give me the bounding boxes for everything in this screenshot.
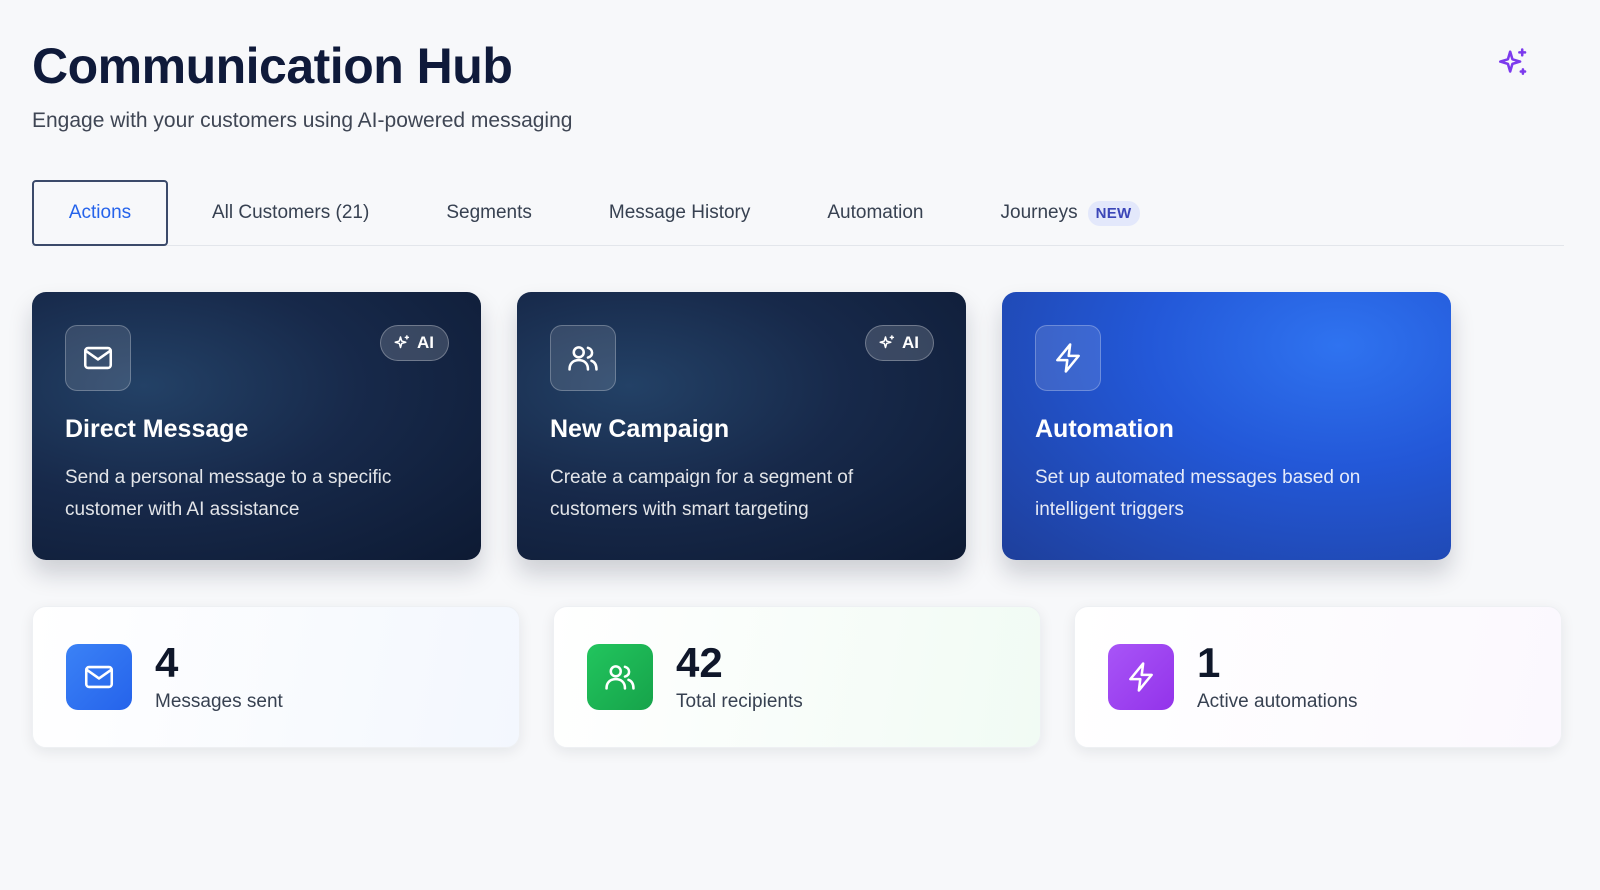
- ai-badge: AI: [865, 325, 934, 361]
- card-title: Direct Message: [65, 415, 249, 443]
- sparkles-icon[interactable]: [1496, 46, 1530, 80]
- mail-icon: [83, 346, 113, 370]
- tab-label: Automation: [827, 202, 924, 223]
- card-description: Set up automated messages based on intel…: [1035, 467, 1361, 520]
- card-icon-box: [1035, 325, 1101, 391]
- mail-icon: [84, 665, 114, 689]
- direct-message-card[interactable]: AI Direct Message Send a personal messag…: [32, 292, 481, 560]
- card-title: Automation: [1035, 415, 1174, 443]
- card-icon-box: [65, 325, 131, 391]
- card-description: Create a campaign for a segment of custo…: [550, 467, 854, 520]
- new-badge: NEW: [1087, 200, 1140, 226]
- stats-row: 4 Messages sent 42 Total recipients 1 Ac…: [32, 606, 1568, 748]
- ai-badge-label: AI: [902, 333, 919, 352]
- page-header: Communication Hub Engage with your custo…: [32, 0, 1568, 134]
- users-icon: [605, 665, 635, 690]
- stat-value: 42: [676, 639, 723, 686]
- tab-label: Segments: [446, 202, 532, 223]
- sparkles-icon: [394, 335, 410, 349]
- sparkles-icon: [879, 335, 895, 349]
- card-icon-box: [550, 325, 616, 391]
- tab-label: Message History: [608, 202, 751, 223]
- page-title: Communication Hub: [32, 38, 513, 94]
- stat-messages-sent: 4 Messages sent: [32, 606, 520, 748]
- ai-badge-label: AI: [417, 333, 434, 352]
- stat-label: Messages sent: [155, 691, 283, 712]
- stat-text: 1 Active automations: [1197, 641, 1358, 713]
- new-campaign-card[interactable]: AI New Campaign Create a campaign for a …: [517, 292, 966, 560]
- action-cards: AI Direct Message Send a personal messag…: [32, 292, 1568, 560]
- tab-label: Journeys: [1000, 202, 1078, 223]
- tab-segments[interactable]: Segments: [446, 180, 532, 246]
- card-title: New Campaign: [550, 415, 730, 443]
- stat-icon-box: [66, 644, 132, 710]
- stat-icon-box: [587, 644, 653, 710]
- stat-value: 1: [1197, 639, 1221, 686]
- tab-actions[interactable]: Actions: [32, 180, 168, 246]
- tab-automation[interactable]: Automation: [827, 180, 923, 246]
- tab-message-history[interactable]: Message History: [609, 180, 751, 246]
- tab-all-customers[interactable]: All Customers (21): [212, 180, 369, 246]
- users-icon: [568, 346, 598, 371]
- stat-label: Total recipients: [676, 691, 803, 712]
- automation-card[interactable]: Automation Set up automated messages bas…: [1002, 292, 1451, 560]
- stat-value: 4: [155, 639, 179, 686]
- tab-label: Actions: [68, 202, 132, 223]
- communication-hub-page: Communication Hub Engage with your custo…: [0, 0, 1600, 890]
- tab-label: All Customers (21): [212, 202, 370, 223]
- lightning-icon: [1056, 343, 1080, 373]
- stat-total-recipients: 42 Total recipients: [553, 606, 1041, 748]
- stat-text: 4 Messages sent: [155, 641, 283, 713]
- page-subtitle: Engage with your customers using AI-powe…: [32, 109, 573, 132]
- stat-label: Active automations: [1197, 691, 1358, 712]
- stat-text: 42 Total recipients: [676, 641, 803, 713]
- card-description: Send a personal message to a specific cu…: [65, 467, 392, 520]
- tab-journeys[interactable]: Journeys NEW: [1001, 180, 1140, 246]
- stat-icon-box: [1108, 644, 1174, 710]
- stat-active-automations: 1 Active automations: [1074, 606, 1562, 748]
- ai-badge: AI: [380, 325, 449, 361]
- lightning-icon: [1129, 662, 1153, 692]
- tab-bar: Actions All Customers (21) Segments Mess…: [32, 180, 1564, 246]
